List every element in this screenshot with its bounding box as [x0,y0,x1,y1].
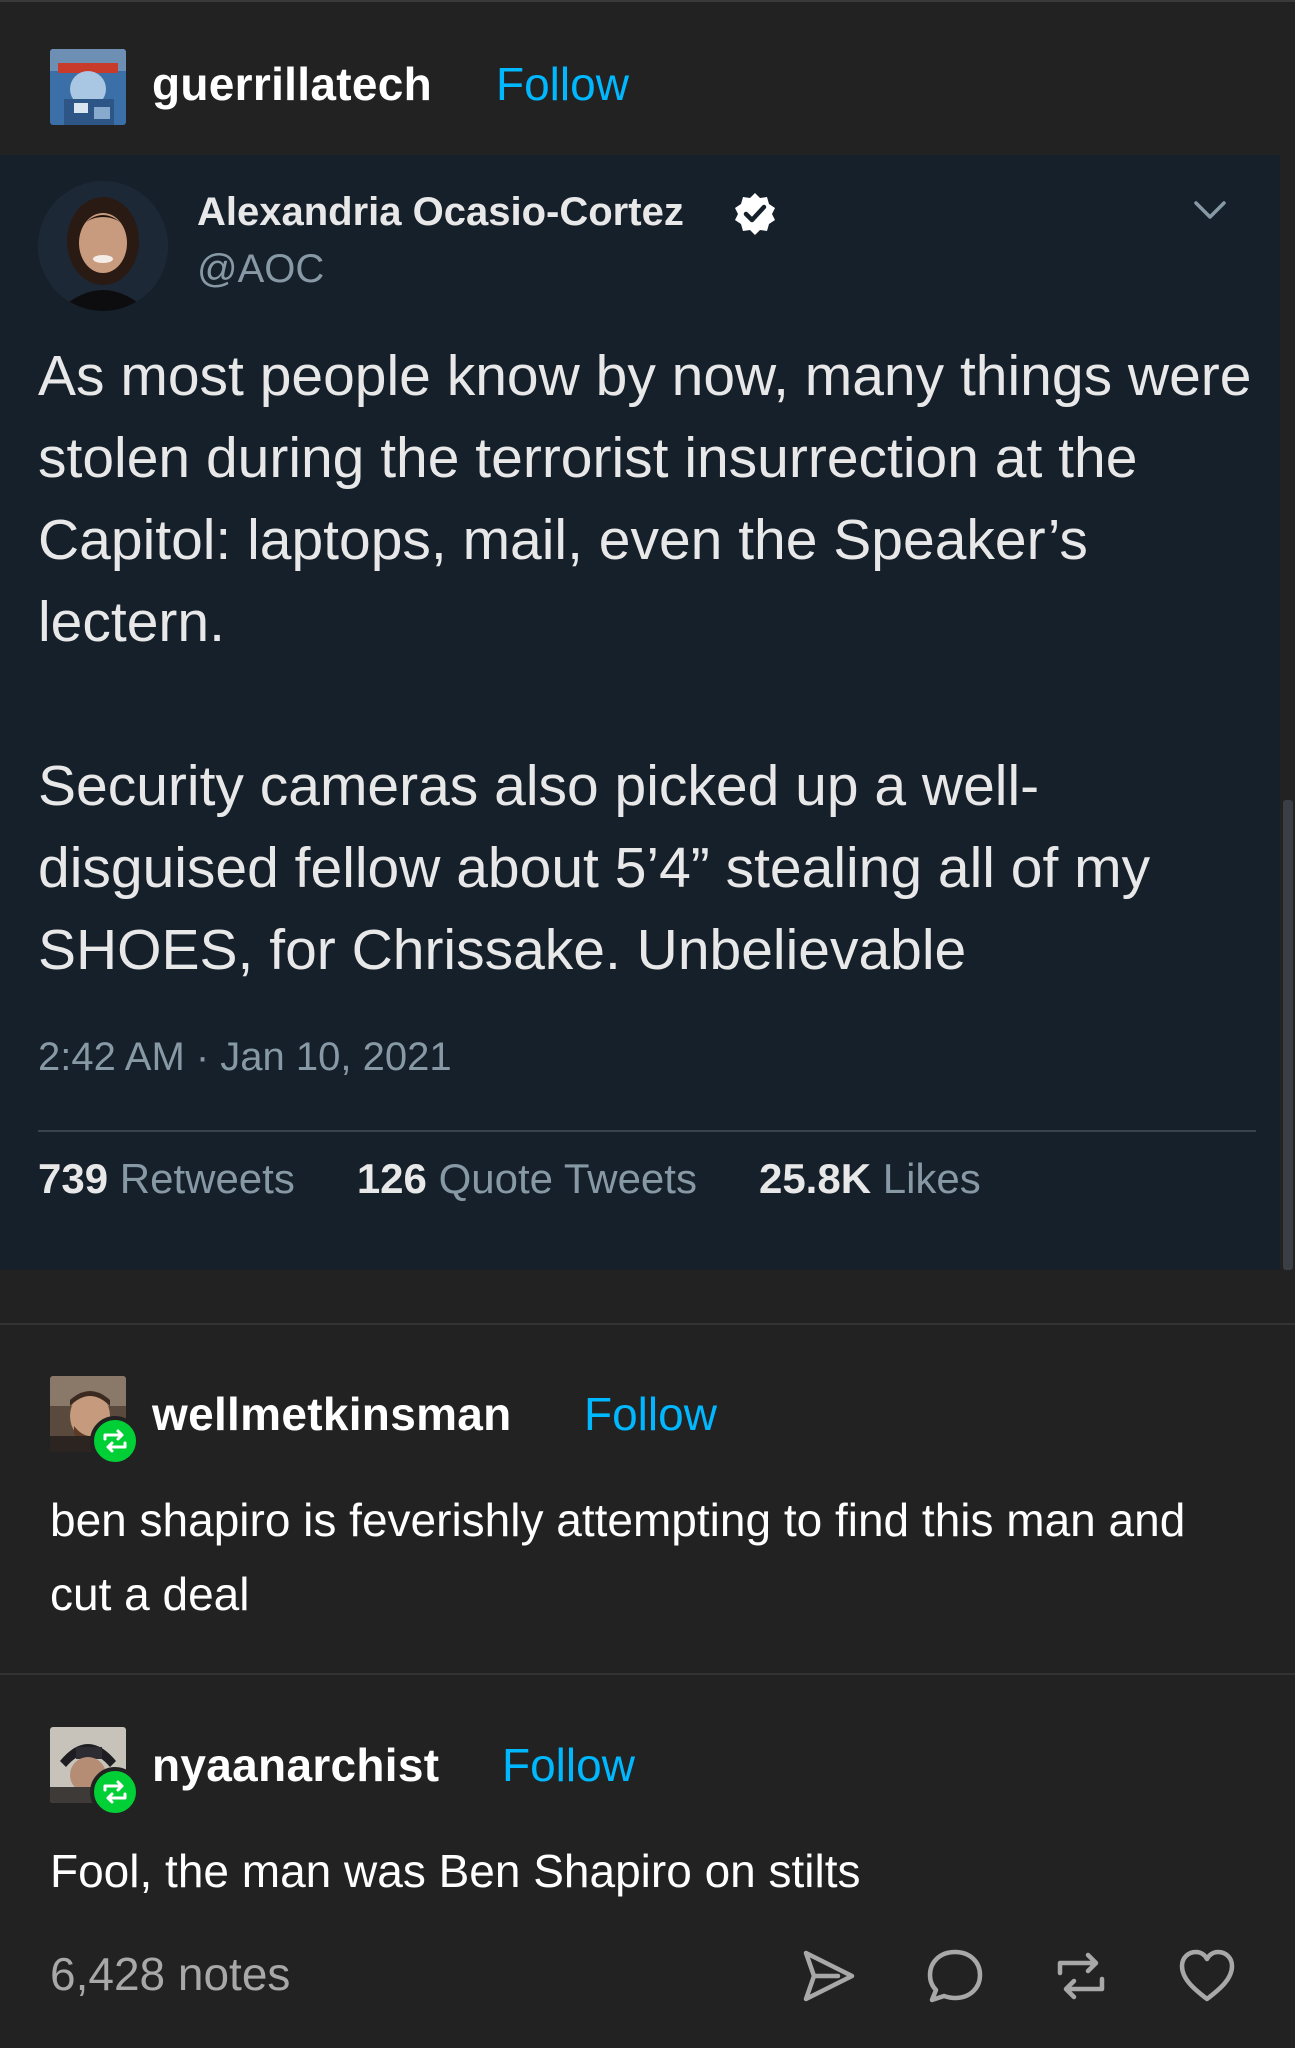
post-header: guerrillatech Follow [0,0,1295,157]
follow-button[interactable]: Follow [584,1387,717,1441]
post-author-username[interactable]: guerrillatech [152,57,432,111]
reblog-comment: Fool, the man was Ben Shapiro on stilts [50,1845,861,1897]
tweet-body: As most people know by now, many things … [38,335,1258,991]
retweets-label: Retweets [119,1155,295,1202]
share-icon[interactable] [798,1945,860,2007]
verified-badge-icon [735,193,775,235]
reblog-comment: ben shapiro is feverishly attempting to … [50,1494,1186,1620]
tweet-card: Alexandria Ocasio-Cortez @AOC As most pe… [0,155,1280,1270]
retweets-count: 739 [38,1155,109,1202]
likes-count: 25.8K [758,1155,872,1202]
reblog-icon [103,1429,127,1453]
likes-stat: 25.8K Likes [759,1155,981,1202]
heart-icon[interactable] [1176,1945,1238,2007]
tweet-author-avatar [38,181,168,311]
reblog-badge [90,1767,140,1817]
retweets-stat: 739 Retweets [38,1155,295,1202]
tweet-scrollbar[interactable] [1283,800,1293,1270]
tweet-paragraph-1: As most people know by now, many things … [38,344,1252,654]
reblog-separator [0,1673,1295,1675]
tweet-stats: 739 Retweets 126 Quote Tweets 25.8K Likes [38,1155,1043,1203]
quote-tweets-count: 126 [356,1155,427,1202]
reply-icon[interactable] [924,1945,986,2007]
guerrillatech-avatar[interactable] [50,49,126,125]
tweet-divider [38,1130,1256,1132]
notes-count[interactable]: 6,428 notes [50,1947,290,2001]
quote-tweets-label: Quote Tweets [438,1155,697,1202]
reblog-icon [103,1780,127,1804]
reblogger-username[interactable]: wellmetkinsman [152,1387,512,1441]
tweet-timestamp: 2:42 AM · Jan 10, 2021 [38,1035,452,1079]
quote-tweets-stat: 126 Quote Tweets [357,1155,697,1202]
follow-button[interactable]: Follow [502,1738,635,1792]
paragraph-spacer [38,663,1258,745]
tweet-author-handle: @AOC [197,247,325,291]
reblog-separator [0,1323,1295,1325]
follow-button[interactable]: Follow [496,57,629,111]
tweet-author-name: Alexandria Ocasio-Cortez [197,190,684,234]
likes-label: Likes [882,1155,981,1202]
chevron-down-icon [1194,201,1226,219]
reblog-badge [90,1416,140,1466]
reblog-icon[interactable] [1050,1945,1112,2007]
reblogger-username[interactable]: nyaanarchist [152,1738,439,1792]
tweet-paragraph-2: Security cameras also picked up a well-d… [38,754,1151,982]
